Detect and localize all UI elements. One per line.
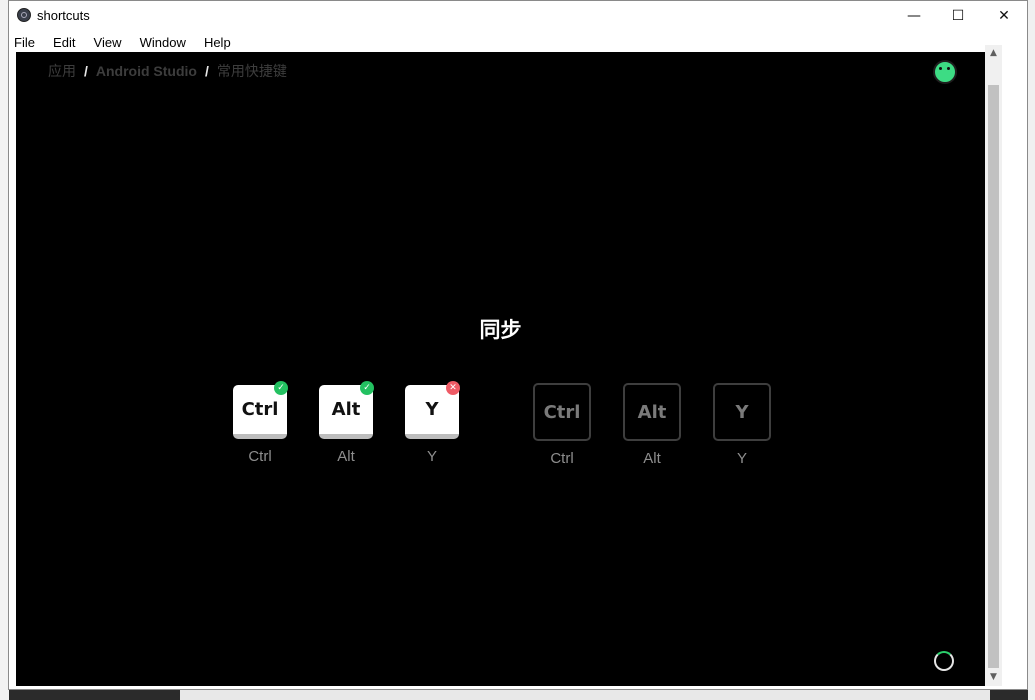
close-button[interactable]: ✕ <box>981 1 1027 31</box>
expected-key-label: Y <box>736 450 747 467</box>
correct-check-icon: ✓ <box>360 381 374 395</box>
breadcrumb-page: 常用快捷键 <box>216 63 287 79</box>
scroll-up-arrow-icon[interactable]: ▲ <box>985 45 1002 62</box>
window-title: shortcuts <box>37 8 90 23</box>
background-window-edge-right <box>1028 0 1035 700</box>
expected-key-y: Y <box>713 383 771 441</box>
breadcrumb: 应用 / Android Studio / 常用快捷键 <box>48 61 287 81</box>
expected-key-label: Ctrl <box>550 450 574 467</box>
electron-icon <box>17 8 31 22</box>
breadcrumb-separator: / <box>204 63 209 79</box>
pressed-key-label: Y <box>426 448 437 465</box>
menu-file[interactable]: File <box>14 31 35 50</box>
shortcut-title: 同步 <box>479 318 522 342</box>
app-window: shortcuts — ☐ ✕ File Edit View Window He… <box>8 0 1028 690</box>
android-icon[interactable] <box>933 60 957 84</box>
vertical-scrollbar[interactable]: ▲ ▼ <box>985 45 1002 686</box>
menu-view[interactable]: View <box>94 31 122 50</box>
pressed-key-label: Alt <box>337 448 355 465</box>
minimize-icon: — <box>907 8 921 24</box>
expected-key-label: Alt <box>643 450 661 467</box>
wrong-cross-icon: ✕ <box>446 381 460 395</box>
scroll-down-arrow-icon[interactable]: ▼ <box>985 669 1002 686</box>
background-taskbar-sliver <box>180 689 990 700</box>
menu-help[interactable]: Help <box>204 31 231 50</box>
shortcut-practice-area: 应用 / Android Studio / 常用快捷键 同步 Ctrl ✓ Ctrl A… <box>16 52 985 686</box>
close-icon: ✕ <box>998 8 1010 24</box>
scroll-thumb[interactable] <box>988 85 999 668</box>
breadcrumb-separator: / <box>84 63 88 79</box>
menu-edit[interactable]: Edit <box>53 31 75 50</box>
maximize-button[interactable]: ☐ <box>935 1 981 31</box>
menu-bar: File Edit View Window Help <box>9 31 1027 52</box>
breadcrumb-app[interactable]: Android Studio <box>96 63 197 79</box>
maximize-icon: ☐ <box>951 8 965 24</box>
expected-key-ctrl: Ctrl <box>533 383 591 441</box>
minimize-button[interactable]: — <box>891 1 937 31</box>
expected-key-alt: Alt <box>623 383 681 441</box>
menu-window[interactable]: Window <box>140 31 186 50</box>
title-bar[interactable]: shortcuts — ☐ ✕ <box>9 1 1027 31</box>
breadcrumb-root[interactable]: 应用 <box>48 63 76 79</box>
loading-spinner-icon <box>934 651 954 671</box>
correct-check-icon: ✓ <box>274 381 288 395</box>
pressed-key-label: Ctrl <box>248 448 272 465</box>
